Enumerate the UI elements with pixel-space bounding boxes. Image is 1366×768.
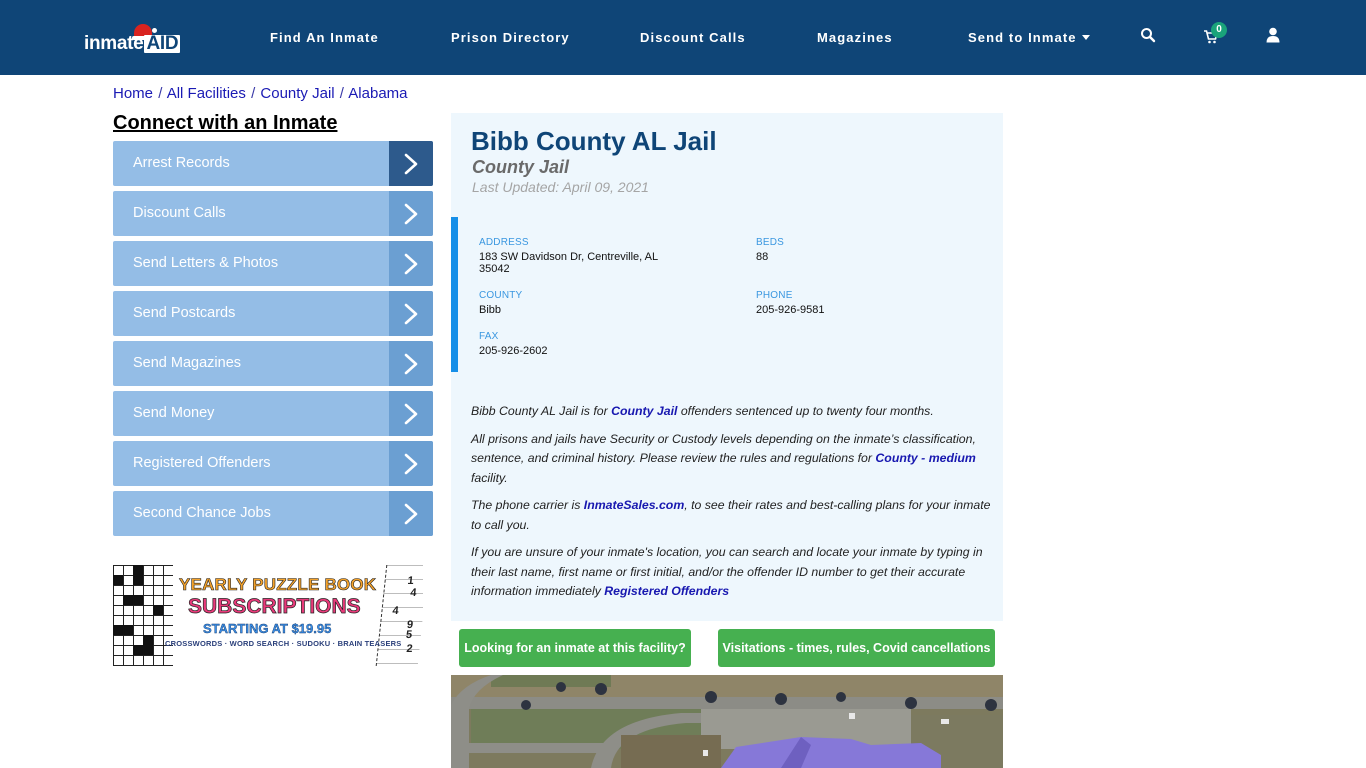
chevron-right-icon	[389, 191, 433, 236]
address-label: ADDRESS	[479, 237, 529, 248]
chevron-right-icon	[389, 391, 433, 436]
facility-card: Bibb County AL Jail County Jail Last Upd…	[451, 113, 1003, 621]
sidebar-item-label: Send Letters & Photos	[133, 255, 279, 271]
facility-type: County Jail	[472, 157, 570, 177]
sidebar-menu: Arrest Records Discount Calls Send Lette…	[113, 141, 433, 541]
nav-send-to-inmate-label: Send to Inmate	[968, 30, 1077, 45]
sidebar-item-arrest-records[interactable]: Arrest Records	[113, 141, 433, 186]
registered-offenders-link[interactable]: Registered Offenders	[604, 584, 729, 598]
satellite-image	[451, 675, 1003, 768]
breadcrumb-county-jail[interactable]: County Jail	[260, 85, 334, 102]
sidebar-item-label: Send Magazines	[133, 355, 242, 371]
county-jail-link[interactable]: County Jail	[611, 404, 677, 418]
nav-find-an-inmate[interactable]: Find An Inmate	[270, 30, 379, 45]
fax-field: FAX 205-926-2602	[479, 331, 548, 357]
breadcrumb-separator: /	[251, 85, 256, 102]
chevron-right-icon	[389, 141, 433, 186]
chevron-right-icon	[389, 441, 433, 486]
sidebar-item-send-money[interactable]: Send Money	[113, 391, 433, 436]
description-paragraph: All prisons and jails have Security or C…	[471, 431, 976, 485]
crossword-graphic	[113, 565, 173, 666]
address-field: ADDRESS 183 SW Davidson Dr, Centreville,…	[479, 237, 699, 275]
nav-discount-calls[interactable]: Discount Calls	[640, 30, 746, 45]
nav-magazines[interactable]: Magazines	[817, 30, 893, 45]
visitations-button[interactable]: Visitations - times, rules, Covid cancel…	[718, 629, 995, 667]
county-value: Bibb	[479, 304, 502, 316]
breadcrumb-alabama[interactable]: Alabama	[348, 85, 407, 102]
sidebar-item-label: Discount Calls	[133, 205, 226, 221]
ad-categories: CROSSWORDS · WORD SEARCH · SUDOKU · BRAI…	[165, 639, 402, 648]
beds-label: BEDS	[756, 237, 785, 248]
ad-headline: YEARLY PUZZLE BOOK	[179, 575, 377, 595]
caret-down-icon	[1081, 35, 1090, 40]
logo-badge: AID	[144, 33, 181, 54]
cart-count-badge: 0	[1211, 22, 1227, 38]
chevron-right-icon	[389, 491, 433, 536]
description-paragraph: Bibb County AL Jail is for County Jail o…	[471, 404, 934, 418]
facility-info-block: ADDRESS 183 SW Davidson Dr, Centreville,…	[451, 217, 1003, 372]
user-icon[interactable]	[1266, 27, 1286, 47]
sidebar-item-label: Arrest Records	[133, 155, 230, 171]
search-icon[interactable]	[1140, 27, 1160, 47]
sidebar-item-second-chance-jobs[interactable]: Second Chance Jobs	[113, 491, 433, 536]
county-field: COUNTY Bibb	[479, 290, 522, 316]
ad-price: STARTING AT $19.95	[203, 621, 332, 636]
chevron-right-icon	[389, 241, 433, 286]
county-label: COUNTY	[479, 290, 523, 301]
nav-send-to-inmate[interactable]: Send to Inmate	[968, 30, 1090, 45]
facility-description: Bibb County AL Jail is for County Jail o…	[471, 402, 996, 610]
sudoku-graphic: 1 4 4 9 5 2	[375, 565, 423, 666]
breadcrumb-separator: /	[339, 85, 344, 102]
phone-field: PHONE 205-926-9581	[756, 290, 825, 316]
inmateaid-logo[interactable]: inmate AID	[84, 22, 184, 58]
beds-field: BEDS 88	[756, 237, 784, 263]
phone-label: PHONE	[756, 290, 793, 301]
facility-satellite-map[interactable]	[451, 675, 1003, 768]
description-paragraph: The phone carrier is InmateSales.com, to…	[471, 498, 991, 532]
address-value: 183 SW Davidson Dr, Centreville, AL 35042	[479, 251, 659, 275]
beds-value: 88	[756, 251, 769, 263]
chevron-right-icon	[389, 291, 433, 336]
breadcrumb-all-facilities[interactable]: All Facilities	[167, 85, 246, 102]
last-updated: Last Updated: April 09, 2021	[472, 179, 649, 195]
ad-subheadline: SUBSCRIPTIONS	[188, 595, 361, 619]
phone-value: 205-926-9581	[756, 304, 825, 316]
breadcrumb-separator: /	[158, 85, 163, 102]
breadcrumb-home[interactable]: Home	[113, 85, 153, 102]
sidebar-item-send-postcards[interactable]: Send Postcards	[113, 291, 433, 336]
chevron-right-icon	[389, 341, 433, 386]
sidebar-item-discount-calls[interactable]: Discount Calls	[113, 191, 433, 236]
inmatesales-link[interactable]: InmateSales.com	[584, 498, 684, 512]
find-inmate-at-facility-button[interactable]: Looking for an inmate at this facility?	[459, 629, 691, 667]
puzzle-book-ad-banner[interactable]: 1 4 4 9 5 2 YEARLY PUZZLE BOOK SUBSCRIPT…	[113, 565, 423, 666]
breadcrumb: Home / All Facilities / County Jail / Al…	[113, 85, 408, 102]
sidebar-title: Connect with an Inmate	[113, 112, 338, 134]
sidebar-item-registered-offenders[interactable]: Registered Offenders	[113, 441, 433, 486]
sidebar-item-send-magazines[interactable]: Send Magazines	[113, 341, 433, 386]
description-paragraph: If you are unsure of your inmate's locat…	[471, 545, 983, 598]
sidebar-item-label: Send Money	[133, 405, 215, 421]
top-navbar: inmate AID Find An Inmate Prison Director…	[0, 0, 1366, 75]
sidebar-item-label: Registered Offenders	[133, 455, 271, 471]
fax-value: 205-926-2602	[479, 345, 548, 357]
sidebar-item-label: Send Postcards	[133, 305, 236, 321]
facility-title: Bibb County AL Jail	[471, 126, 717, 156]
sidebar-item-label: Second Chance Jobs	[133, 505, 271, 521]
nav-prison-directory[interactable]: Prison Directory	[451, 30, 570, 45]
logo-text: inmate	[84, 33, 144, 54]
county-medium-link[interactable]: County - medium	[875, 451, 975, 465]
fax-label: FAX	[479, 331, 499, 342]
sidebar-item-send-letters-photos[interactable]: Send Letters & Photos	[113, 241, 433, 286]
